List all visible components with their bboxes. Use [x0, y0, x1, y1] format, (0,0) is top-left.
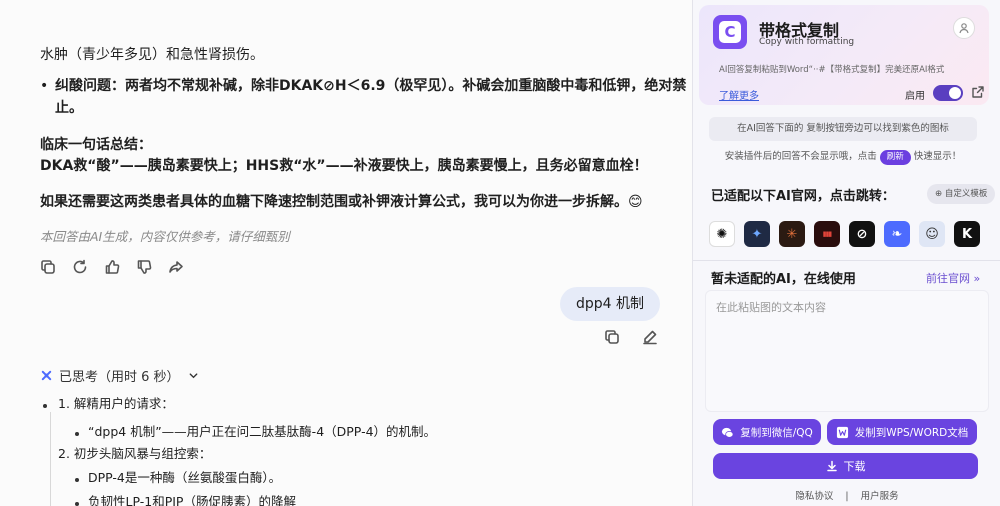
wechat-icon	[722, 427, 734, 438]
think-item: 1. 解精用户的请求：	[58, 396, 174, 411]
supported-sites-heading: 已适配以下AI官网，点击跳转：	[711, 189, 895, 204]
regenerate-icon[interactable]	[71, 258, 89, 276]
ai-site-chatgpt-icon[interactable]: ✺	[709, 221, 735, 247]
privacy-link[interactable]: 隐私协议	[795, 491, 833, 502]
ai-disclaimer: 本回答由AI生成，内容仅供参考，请仔细甄别	[40, 229, 290, 244]
summary-body: DKA救“酸”——胰岛素要快上；HHS救“水”——补液要快上，胰岛素要慢上，且务…	[40, 158, 648, 174]
unsupported-heading: 暂未适配的AI，在线使用	[711, 272, 856, 287]
thinking-label: 已思考（用时 6 秒）	[59, 370, 180, 385]
user-message-actions	[603, 328, 659, 346]
ai-site-avatar-icon[interactable]: ☺	[919, 221, 945, 247]
ai-site-claude-icon[interactable]: ✳	[779, 221, 805, 247]
refresh-hint-text-after: 快速显示！	[913, 151, 962, 162]
ai-site-glyph: ⊘	[856, 226, 868, 242]
ai-site-glyph: ▮▮▮	[822, 230, 833, 238]
copy-icon[interactable]	[603, 328, 621, 346]
download-icon	[826, 460, 837, 472]
answer-bullet-text-cont: 止。	[55, 100, 83, 116]
ai-site-glyph: ✳	[786, 226, 798, 242]
edit-icon[interactable]	[641, 328, 659, 346]
bullet-dot	[75, 478, 79, 482]
share-icon[interactable]	[167, 258, 185, 276]
thinking-logo-icon	[41, 370, 52, 381]
chevron-down-icon	[189, 373, 197, 379]
word-doc-icon	[836, 426, 848, 438]
paste-textarea[interactable]: 在此粘贴图的文本内容	[705, 290, 989, 412]
divider	[693, 260, 1000, 261]
thumbs-up-icon[interactable]	[103, 258, 121, 276]
thinking-toggle[interactable]: 已思考（用时 6 秒）	[40, 366, 199, 385]
thumbs-down-icon[interactable]	[135, 258, 153, 276]
external-link-icon[interactable]	[971, 84, 985, 103]
bullet-dot	[75, 502, 79, 506]
summary-title: 临床一句话总结：	[40, 137, 152, 153]
service-link[interactable]: 用户服务	[861, 491, 899, 502]
download-button[interactable]: 下载	[713, 453, 978, 479]
ai-site-voice-icon[interactable]: ▮▮▮	[814, 221, 840, 247]
ai-site-list: ✺ ✦ ✳ ▮▮▮ ⊘ ❧ ☺ K	[709, 221, 980, 247]
ai-site-glyph: ❧	[891, 226, 903, 242]
enable-toggle[interactable]	[933, 85, 963, 101]
extension-panel: C 带格式复制 Copy with formatting AI回答复制粘贴到Wo…	[692, 0, 1000, 506]
think-item: “dpp4 机制”——用户正在问二肽基肽酶-4（DPP-4）的机制。	[88, 424, 437, 439]
header-description: AI回答复制粘贴到Word“··#【带格式复制】完美还原AI格式	[719, 65, 945, 75]
learn-more-link[interactable]: 了解更多	[719, 87, 759, 102]
ai-site-gemini-icon[interactable]: ✦	[744, 221, 770, 247]
ai-site-glyph: K	[961, 226, 973, 242]
ai-site-perplexity-icon[interactable]: ⊘	[849, 221, 875, 247]
app-subtitle: Copy with formatting	[759, 37, 855, 47]
copy-to-wechat-button[interactable]: 复制到微信/QQ	[713, 419, 821, 445]
enable-label: 启用	[905, 91, 925, 102]
refresh-hint: 安装插件后的回答不会显示哦，点击 刷新 快速显示！	[709, 148, 977, 166]
footer-separator: |	[845, 491, 849, 502]
goto-site-link[interactable]: 前往官网 »	[926, 270, 980, 286]
thinking-rail	[50, 412, 51, 506]
app-logo: C	[713, 15, 747, 49]
user-icon[interactable]	[953, 17, 975, 39]
send-to-wps-button[interactable]: 发制到WPS/WORD文档	[827, 419, 977, 445]
answer-bullet: 纠酸问题：两者均不常规补碱，除非DKAK⊘H＜6.9（极罕见）。补碱会加重脑酸中…	[40, 75, 686, 119]
think-item: DPP-4是一种酶（丝氨酸蛋白酶）。	[88, 470, 282, 485]
ai-site-kimi-icon[interactable]: K	[954, 221, 980, 247]
custom-template-button[interactable]: ⊕ 自定义模板	[927, 184, 996, 204]
chat-panel: 水肿（青少年多见）和急性肾损伤。 纠酸问题：两者均不常规补碱，除非DKAK⊘H＜…	[0, 0, 692, 506]
copy-icon[interactable]	[39, 258, 57, 276]
download-label: 下载	[843, 460, 866, 473]
offer-text: 如果还需要这两类患者具体的血糖下降速控制范围或补钾液计算公式，我可以为你进一步拆…	[40, 194, 643, 210]
extension-header: C 带格式复制 Copy with formatting AI回答复制粘贴到Wo…	[699, 5, 989, 105]
think-item: 负韧性LP-1和PIP（肠促胰素）的降解	[88, 494, 296, 506]
answer-text-line: 水肿（青少年多见）和急性肾损伤。	[40, 47, 264, 63]
ai-site-glyph: ✺	[716, 226, 728, 242]
ai-site-glyph: ☺	[925, 226, 939, 242]
refresh-hint-text: 安装插件后的回答不会显示哦，点击	[724, 151, 877, 162]
app-logo-letter: C	[719, 21, 741, 43]
ai-site-deepseek-icon[interactable]: ❧	[884, 221, 910, 247]
answer-bullet-text: 纠酸问题：两者均不常规补碱，除非DKAK⊘H＜6.9（极罕见）。补碱会加重脑酸中…	[55, 78, 687, 94]
footer: 隐私协议 | 用户服务	[693, 488, 1000, 502]
copy-to-wechat-label: 复制到微信/QQ	[740, 426, 813, 439]
think-item: 2. 初步头脑风暴与组控索：	[58, 446, 212, 461]
refresh-button[interactable]: 刷新	[879, 150, 911, 165]
bullet-dot	[43, 404, 47, 408]
hint-box: 在AI回答下面的 复制按钮旁边可以找到紫色的图标	[709, 117, 977, 141]
answer-action-bar	[39, 258, 185, 276]
ai-site-glyph: ✦	[751, 226, 763, 242]
user-message-bubble: dpp4 机制	[559, 287, 660, 321]
send-to-wps-label: 发制到WPS/WORD文档	[854, 426, 969, 439]
bullet-dot	[75, 432, 79, 436]
